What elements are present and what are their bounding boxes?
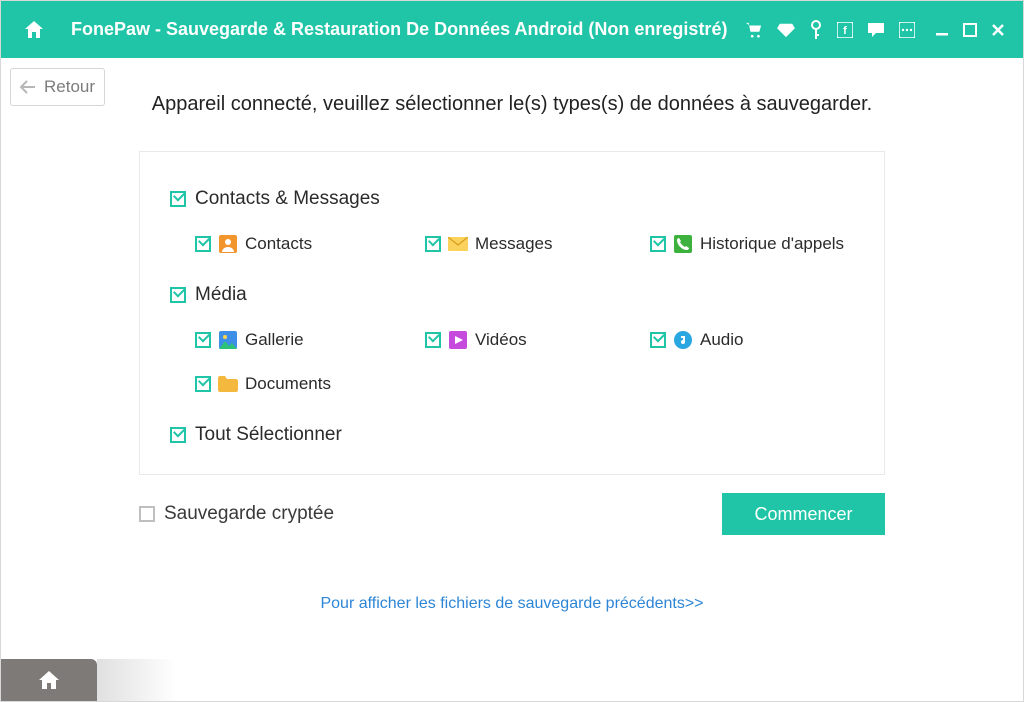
start-button[interactable]: Commencer xyxy=(722,493,885,535)
checkbox-videos[interactable] xyxy=(425,332,441,348)
item-audio[interactable]: Audio xyxy=(650,330,875,350)
category-label: Contacts & Messages xyxy=(195,188,380,210)
item-label: Gallerie xyxy=(245,330,304,350)
category-label: Média xyxy=(195,284,247,306)
category-contacts-messages[interactable]: Contacts & Messages xyxy=(170,188,854,210)
diamond-icon[interactable] xyxy=(777,22,795,38)
item-label: Documents xyxy=(245,374,331,394)
gallery-icon xyxy=(218,330,238,350)
items-media: Gallerie Vidéos Audio xyxy=(195,330,854,394)
close-button[interactable] xyxy=(991,23,1005,37)
item-label: Audio xyxy=(700,330,743,350)
cart-icon[interactable] xyxy=(745,22,763,38)
item-call-history[interactable]: Historique d'appels xyxy=(650,234,875,254)
contacts-icon xyxy=(218,234,238,254)
home-icon xyxy=(37,669,61,691)
documents-icon xyxy=(218,374,238,394)
maximize-button[interactable] xyxy=(963,23,977,37)
item-label: Contacts xyxy=(245,234,312,254)
items-contacts-messages: Contacts Messages Historique d'appels xyxy=(195,234,854,254)
checkbox-media[interactable] xyxy=(170,287,186,303)
menu-icon[interactable] xyxy=(899,22,915,38)
item-gallery[interactable]: Gallerie xyxy=(195,330,425,350)
checkbox-documents[interactable] xyxy=(195,376,211,392)
start-button-label: Commencer xyxy=(754,504,852,524)
home-button[interactable] xyxy=(19,15,49,45)
item-label: Messages xyxy=(475,234,552,254)
titlebar: FonePaw - Sauvegarde & Restauration De D… xyxy=(1,1,1023,58)
checkbox-contacts[interactable] xyxy=(195,236,211,252)
category-media[interactable]: Média xyxy=(170,284,854,306)
encrypted-label: Sauvegarde cryptée xyxy=(164,503,334,525)
item-label: Historique d'appels xyxy=(700,234,844,254)
footer-shadow xyxy=(97,659,177,701)
titlebar-right-icons: f xyxy=(745,20,1005,40)
item-documents[interactable]: Documents xyxy=(195,374,425,394)
item-label: Vidéos xyxy=(475,330,527,350)
messages-icon xyxy=(448,234,468,254)
checkbox-gallery[interactable] xyxy=(195,332,211,348)
content-area: Appareil connecté, veuillez sélectionner… xyxy=(1,58,1023,613)
checkbox-select-all[interactable] xyxy=(170,427,186,443)
select-all[interactable]: Tout Sélectionner xyxy=(170,424,854,446)
encrypted-backup[interactable]: Sauvegarde cryptée xyxy=(139,503,334,525)
svg-text:f: f xyxy=(843,25,847,37)
below-panel: Sauvegarde cryptée Commencer xyxy=(139,493,885,535)
item-videos[interactable]: Vidéos xyxy=(425,330,650,350)
window-title: FonePaw - Sauvegarde & Restauration De D… xyxy=(71,19,745,40)
item-contacts[interactable]: Contacts xyxy=(195,234,425,254)
selection-panel: Contacts & Messages Contacts Messages xyxy=(139,151,885,475)
home-icon xyxy=(22,18,46,42)
key-icon[interactable] xyxy=(809,20,823,40)
videos-icon xyxy=(448,330,468,350)
footer-home-button[interactable] xyxy=(1,659,97,701)
checkbox-contacts-messages[interactable] xyxy=(170,191,186,207)
audio-icon xyxy=(673,330,693,350)
item-messages[interactable]: Messages xyxy=(425,234,650,254)
select-all-label: Tout Sélectionner xyxy=(195,424,342,446)
instruction-text: Appareil connecté, veuillez sélectionner… xyxy=(1,93,1023,116)
previous-backups-link[interactable]: Pour afficher les fichiers de sauvegarde… xyxy=(1,595,1023,613)
checkbox-messages[interactable] xyxy=(425,236,441,252)
minimize-button[interactable] xyxy=(935,23,949,37)
checkbox-encrypted[interactable] xyxy=(139,506,155,522)
facebook-icon[interactable]: f xyxy=(837,22,853,38)
feedback-icon[interactable] xyxy=(867,22,885,38)
phone-icon xyxy=(673,234,693,254)
checkbox-audio[interactable] xyxy=(650,332,666,348)
checkbox-call-history[interactable] xyxy=(650,236,666,252)
